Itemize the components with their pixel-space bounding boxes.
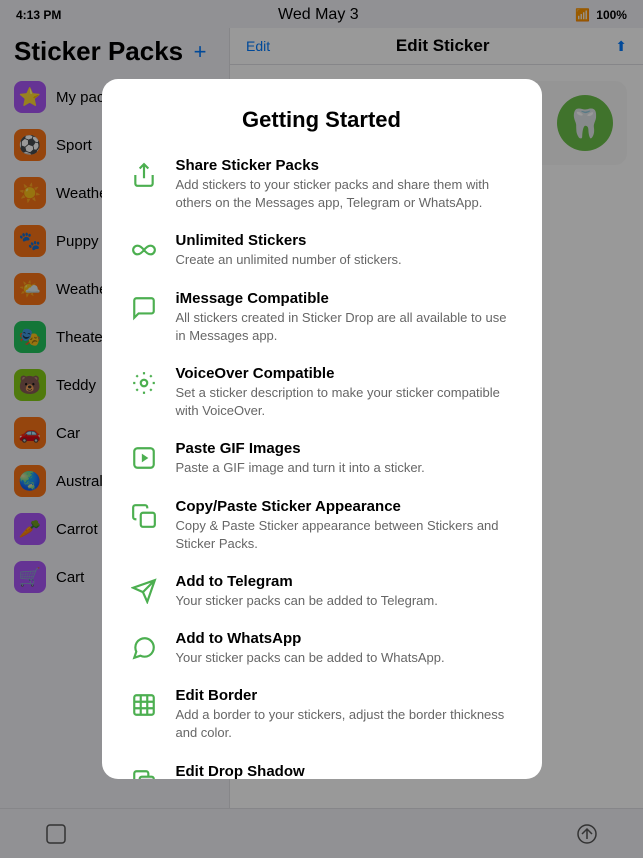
feature-icon-share <box>126 157 162 193</box>
feature-title-unlimited: Unlimited Stickers <box>176 232 518 249</box>
feature-item-border: Edit Border Add a border to your sticker… <box>126 687 518 742</box>
feature-icon-voiceover <box>126 365 162 401</box>
feature-title-copy-paste: Copy/Paste Sticker Appearance <box>176 498 518 515</box>
feature-item-telegram: Add to Telegram Your sticker packs can b… <box>126 573 518 610</box>
feature-icon-imessage <box>126 290 162 326</box>
feature-text-copy-paste: Copy/Paste Sticker Appearance Copy & Pas… <box>176 498 518 553</box>
feature-item-whatsapp: Add to WhatsApp Your sticker packs can b… <box>126 630 518 667</box>
feature-text-shadow: Edit Drop Shadow Does your sticker blend… <box>176 763 518 779</box>
feature-text-unlimited: Unlimited Stickers Create an unlimited n… <box>176 232 518 269</box>
feature-item-voiceover: VoiceOver Compatible Set a sticker descr… <box>126 365 518 420</box>
feature-icon-unlimited <box>126 232 162 268</box>
features-list: Share Sticker Packs Add stickers to your… <box>126 157 518 779</box>
feature-icon-shadow <box>126 763 162 779</box>
feature-desc-telegram: Your sticker packs can be added to Teleg… <box>176 592 518 610</box>
modal-title: Getting Started <box>126 107 518 133</box>
modal-overlay[interactable]: Getting Started Share Sticker Packs Add … <box>0 0 643 858</box>
feature-text-gif: Paste GIF Images Paste a GIF image and t… <box>176 440 518 477</box>
feature-icon-whatsapp <box>126 630 162 666</box>
feature-title-telegram: Add to Telegram <box>176 573 518 590</box>
feature-text-whatsapp: Add to WhatsApp Your sticker packs can b… <box>176 630 518 667</box>
feature-desc-border: Add a border to your stickers, adjust th… <box>176 706 518 742</box>
feature-item-imessage: iMessage Compatible All stickers created… <box>126 290 518 345</box>
feature-desc-unlimited: Create an unlimited number of stickers. <box>176 251 518 269</box>
feature-desc-gif: Paste a GIF image and turn it into a sti… <box>176 459 518 477</box>
feature-desc-copy-paste: Copy & Paste Sticker appearance between … <box>176 517 518 553</box>
feature-text-voiceover: VoiceOver Compatible Set a sticker descr… <box>176 365 518 420</box>
feature-item-unlimited: Unlimited Stickers Create an unlimited n… <box>126 232 518 269</box>
feature-item-copy-paste: Copy/Paste Sticker Appearance Copy & Pas… <box>126 498 518 553</box>
feature-title-whatsapp: Add to WhatsApp <box>176 630 518 647</box>
feature-item-gif: Paste GIF Images Paste a GIF image and t… <box>126 440 518 477</box>
feature-title-gif: Paste GIF Images <box>176 440 518 457</box>
feature-icon-telegram <box>126 573 162 609</box>
feature-title-border: Edit Border <box>176 687 518 704</box>
feature-item-share: Share Sticker Packs Add stickers to your… <box>126 157 518 212</box>
feature-item-shadow: Edit Drop Shadow Does your sticker blend… <box>126 763 518 779</box>
feature-text-border: Edit Border Add a border to your sticker… <box>176 687 518 742</box>
feature-title-shadow: Edit Drop Shadow <box>176 763 518 779</box>
feature-icon-gif <box>126 440 162 476</box>
feature-text-imessage: iMessage Compatible All stickers created… <box>176 290 518 345</box>
feature-desc-share: Add stickers to your sticker packs and s… <box>176 176 518 212</box>
feature-desc-whatsapp: Your sticker packs can be added to Whats… <box>176 649 518 667</box>
feature-title-share: Share Sticker Packs <box>176 157 518 174</box>
feature-title-voiceover: VoiceOver Compatible <box>176 365 518 382</box>
feature-title-imessage: iMessage Compatible <box>176 290 518 307</box>
feature-desc-voiceover: Set a sticker description to make your s… <box>176 384 518 420</box>
feature-text-share: Share Sticker Packs Add stickers to your… <box>176 157 518 212</box>
feature-desc-imessage: All stickers created in Sticker Drop are… <box>176 309 518 345</box>
feature-icon-copy-paste <box>126 498 162 534</box>
feature-text-telegram: Add to Telegram Your sticker packs can b… <box>176 573 518 610</box>
getting-started-modal: Getting Started Share Sticker Packs Add … <box>102 79 542 779</box>
feature-icon-border <box>126 687 162 723</box>
